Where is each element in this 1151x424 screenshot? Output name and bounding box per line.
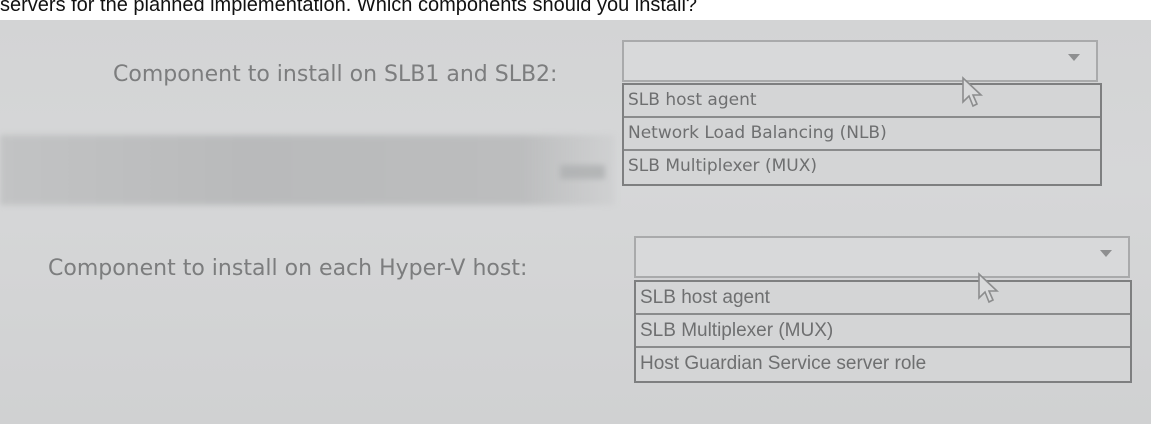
slb-component-dropdown[interactable] xyxy=(622,40,1098,82)
option-slb-mux[interactable]: SLB Multiplexer (MUX) xyxy=(636,315,1130,348)
option-slb-host-agent[interactable]: SLB host agent xyxy=(636,282,1130,315)
option-nlb[interactable]: Network Load Balancing (NLB) xyxy=(624,118,1100,151)
hyperv-component-label: Component to install on each Hyper-V hos… xyxy=(48,256,528,281)
mouse-pointer-icon xyxy=(962,76,984,108)
question-text: servers for the planned implementation. … xyxy=(0,0,698,16)
slb-component-label: Component to install on SLB1 and SLB2: xyxy=(113,62,558,87)
blurred-region-detail xyxy=(560,165,605,179)
slb-component-options: SLB host agent Network Load Balancing (N… xyxy=(622,83,1102,186)
page: servers for the planned implementation. … xyxy=(0,0,1151,424)
option-slb-host-agent[interactable]: SLB host agent xyxy=(624,85,1100,118)
hyperv-component-dropdown[interactable] xyxy=(634,236,1130,278)
chevron-down-icon[interactable] xyxy=(1100,250,1112,257)
blurred-region xyxy=(0,135,615,205)
option-slb-mux[interactable]: SLB Multiplexer (MUX) xyxy=(624,151,1100,184)
option-host-guardian-service[interactable]: Host Guardian Service server role xyxy=(636,348,1130,381)
mouse-pointer-icon xyxy=(978,272,1000,304)
chevron-down-icon[interactable] xyxy=(1068,54,1080,61)
hyperv-component-options: SLB host agent SLB Multiplexer (MUX) Hos… xyxy=(634,280,1132,383)
